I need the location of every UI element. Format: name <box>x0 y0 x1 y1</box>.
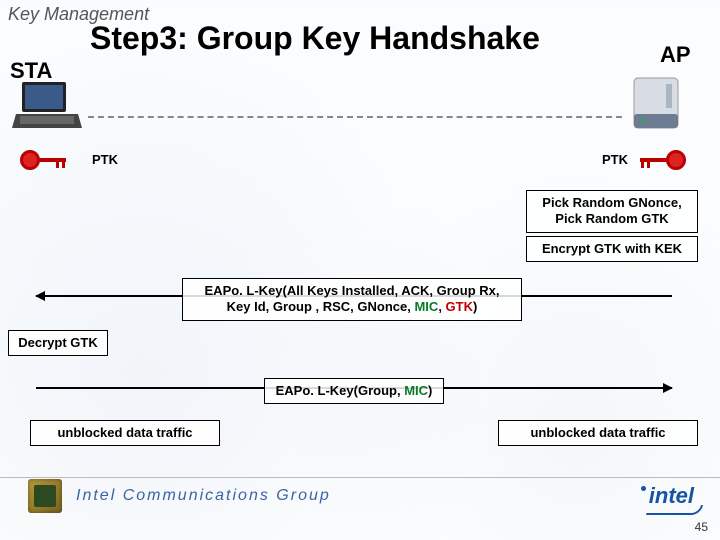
ptk-label-right: PTK <box>602 152 628 167</box>
footer: Intel Communications Group intel <box>0 478 720 514</box>
box-unblocked-left: unblocked data traffic <box>30 420 220 446</box>
box-decrypt-gtk: Decrypt GTK <box>8 330 108 356</box>
eapol2-text-pre: EAPo. L-Key(Group, <box>276 383 405 398</box>
eapol2-post: ) <box>428 383 432 398</box>
association-line <box>88 116 622 118</box>
slide-number: 45 <box>695 520 708 534</box>
ptk-key-right-icon <box>638 150 686 170</box>
box-unblocked-right: unblocked data traffic <box>498 420 698 446</box>
box-eapol-msg1: EAPo. L-Key(All Keys Installed, ACK, Gro… <box>182 278 522 321</box>
eapol1-post: ) <box>473 299 477 314</box>
ptk-label-left: PTK <box>92 152 118 167</box>
laptop-icon <box>12 80 82 132</box>
box-encrypt-kek: Encrypt GTK with KEK <box>526 236 698 262</box>
eapol1-gtk: GTK <box>446 299 473 314</box>
eapol1-sep: , <box>438 299 445 314</box>
footer-group-text: Intel Communications Group <box>76 487 331 505</box>
intel-logo: intel <box>649 483 694 509</box>
chip-icon <box>28 479 62 513</box>
box-eapol-msg2: EAPo. L-Key(Group, MIC) <box>264 378 444 404</box>
label-ap: AP <box>660 42 691 68</box>
eapol2-mic: MIC <box>404 383 428 398</box>
slide: Key Management Step3: Group Key Handshak… <box>0 0 720 540</box>
ptk-key-left-icon <box>20 150 68 170</box>
eapol1-mic: MIC <box>414 299 438 314</box>
access-point-icon <box>628 72 688 134</box>
page-title: Step3: Group Key Handshake <box>90 20 630 57</box>
box-pick-gnonce: Pick Random GNonce, Pick Random GTK <box>526 190 698 233</box>
